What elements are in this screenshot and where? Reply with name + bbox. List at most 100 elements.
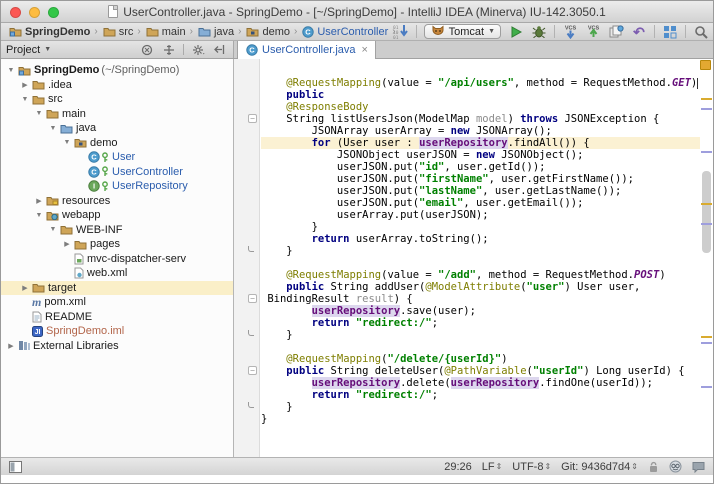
tree-item-springdemo[interactable]: ▼SpringDemo (~/SpringDemo)	[1, 63, 233, 78]
caret-position[interactable]: 29:26	[444, 461, 472, 473]
fold-collapse-icon[interactable]: −	[248, 366, 257, 375]
tree-item-userrepository[interactable]: IUserRepository	[1, 179, 233, 194]
code-line-21[interactable]: return "redirect:/";	[261, 317, 700, 329]
zoom-window-button[interactable]	[48, 7, 59, 18]
tree-item-target[interactable]: ▶target	[1, 281, 233, 296]
code-line-4[interactable]: String listUsersJson(ModelMap model) thr…	[261, 113, 700, 125]
tree-item-web-inf[interactable]: ▼WEB-INF	[1, 223, 233, 238]
run-config-selector[interactable]: Tomcat▼	[424, 24, 501, 39]
code-line-6[interactable]: for (User user : userRepository.findAll(…	[261, 137, 713, 149]
code-line-29[interactable]: }	[261, 413, 700, 425]
info-stripe-mark[interactable]	[701, 151, 712, 153]
tree-item-mvc-dispatcher-serv[interactable]: mvc-dispatcher-serv	[1, 252, 233, 267]
chevron-expanded-icon[interactable]: ▼	[19, 96, 31, 103]
code-line-5[interactable]: JSONArray userArray = new JSONArray();	[261, 125, 700, 137]
code-line-20[interactable]: userRepository.save(user);	[261, 305, 700, 317]
chevron-collapsed-icon[interactable]: ▶	[19, 284, 31, 292]
settings-icon[interactable]	[190, 42, 206, 58]
tree-item-external-libraries[interactable]: ▶External Libraries	[1, 339, 233, 354]
vcs-commit-icon[interactable]: VCS	[585, 24, 601, 40]
warnings-indicator[interactable]	[700, 60, 711, 70]
tree-item-readme[interactable]: README	[1, 310, 233, 325]
code-line-14[interactable]: return userArray.toString();	[261, 233, 700, 245]
code-line-15[interactable]: }	[261, 245, 700, 257]
vcs-update-icon[interactable]: VCS	[562, 24, 578, 40]
tree-item--idea[interactable]: ▶.idea	[1, 78, 233, 93]
tree-item-java[interactable]: ▼java	[1, 121, 233, 136]
code-line-9[interactable]: userJSON.put("firstName", user.getFirstN…	[261, 173, 700, 185]
code-line-13[interactable]: }	[261, 221, 700, 233]
git-branch-selector[interactable]: Git: 9436d7d4⇕	[561, 461, 638, 473]
code-line-2[interactable]: public	[261, 89, 700, 101]
tree-item-pom-xml[interactable]: mpom.xml	[1, 295, 233, 310]
code-line-23[interactable]	[261, 341, 700, 353]
info-stripe-mark[interactable]	[701, 223, 712, 225]
code-line-3[interactable]: @ResponseBody	[261, 101, 700, 113]
chevron-down-icon[interactable]: ▼	[44, 46, 51, 53]
breadcrumb-item-java[interactable]: java	[195, 26, 236, 38]
tree-item-src[interactable]: ▼src	[1, 92, 233, 107]
hector-inspector-icon[interactable]	[669, 460, 682, 473]
code-editor[interactable]: − − − @RequestMapping(value = "/api/users"…	[234, 59, 713, 457]
info-stripe-mark[interactable]	[701, 386, 712, 388]
tree-item-webapp[interactable]: ▼webapp	[1, 208, 233, 223]
info-stripe-mark[interactable]	[701, 342, 712, 344]
tree-item-resources[interactable]: ▶resources	[1, 194, 233, 209]
search-everywhere-icon[interactable]	[693, 24, 709, 40]
code-line-1[interactable]: @RequestMapping(value = "/api/users", me…	[261, 77, 700, 89]
project-panel-title[interactable]: Project	[6, 44, 40, 56]
notifications-icon[interactable]	[692, 461, 705, 473]
code-line-27[interactable]: return "redirect:/";	[261, 389, 700, 401]
fold-end-icon[interactable]	[248, 402, 254, 408]
chevron-collapsed-icon[interactable]: ▶	[19, 81, 31, 89]
chevron-collapsed-icon[interactable]: ▶	[5, 342, 17, 350]
fold-end-icon[interactable]	[248, 330, 254, 336]
chevron-collapsed-icon[interactable]: ▶	[33, 197, 45, 205]
tree-item-user[interactable]: CUser	[1, 150, 233, 165]
fold-collapse-icon[interactable]: −	[248, 294, 257, 303]
breadcrumb-item-usercontroller[interactable]: CUserController	[299, 26, 390, 38]
breadcrumb-item-demo[interactable]: demo	[243, 26, 292, 38]
code-line-16[interactable]	[261, 257, 700, 269]
chevron-expanded-icon[interactable]: ▼	[33, 110, 45, 117]
project-structure-icon[interactable]	[662, 24, 678, 40]
lock-icon[interactable]	[648, 461, 659, 473]
chevron-expanded-icon[interactable]: ▼	[5, 67, 17, 74]
code-line-8[interactable]: userJSON.put("id", user.getId());	[261, 161, 700, 173]
code-line-19[interactable]: BindingResult result) {	[261, 293, 700, 305]
chevron-collapsed-icon[interactable]: ▶	[61, 240, 73, 248]
scroll-from-source-icon[interactable]	[139, 42, 155, 58]
hide-panel-icon[interactable]	[212, 42, 228, 58]
code-line-10[interactable]: userJSON.put("lastName", user.getLastNam…	[261, 185, 700, 197]
code-line-17[interactable]: @RequestMapping(value = "/add", method =…	[261, 269, 700, 281]
debug-icon[interactable]	[531, 24, 547, 40]
tree-item-web-xml[interactable]: web.xml	[1, 266, 233, 281]
code-line-7[interactable]: JSONObject userJSON = new JSONObject();	[261, 149, 700, 161]
close-tab-icon[interactable]: ×	[362, 45, 368, 55]
code-line-25[interactable]: public String deleteUser(@PathVariable("…	[261, 365, 700, 377]
code-line-26[interactable]: userRepository.delete(userRepository.fin…	[261, 377, 700, 389]
tree-item-pages[interactable]: ▶pages	[1, 237, 233, 252]
tab-usercontroller-java[interactable]: C UserController.java ×	[237, 41, 376, 59]
chevron-expanded-icon[interactable]: ▼	[33, 212, 45, 219]
breadcrumb-item-main[interactable]: main	[143, 26, 188, 38]
code-line-11[interactable]: userJSON.put("email", user.getEmail());	[261, 197, 700, 209]
warning-stripe-mark[interactable]	[701, 336, 712, 338]
info-stripe-mark[interactable]	[701, 108, 712, 110]
rollback-icon[interactable]: ↶	[631, 24, 647, 40]
show-changes-icon[interactable]	[608, 24, 624, 40]
tree-item-demo[interactable]: ▼demo	[1, 136, 233, 151]
collapse-all-icon[interactable]	[161, 42, 177, 58]
minimize-window-button[interactable]	[29, 7, 40, 18]
fold-collapse-icon[interactable]: −	[248, 114, 257, 123]
code-line-18[interactable]: public String addUser(@ModelAttribute("u…	[261, 281, 700, 293]
encoding-selector[interactable]: UTF-8⇕	[512, 461, 551, 473]
warning-stripe-mark[interactable]	[701, 98, 712, 100]
tree-item-main[interactable]: ▼main	[1, 107, 233, 122]
breadcrumb-item-src[interactable]: src	[100, 26, 136, 38]
chevron-expanded-icon[interactable]: ▼	[47, 125, 59, 132]
code-line-28[interactable]: }	[261, 401, 700, 413]
fold-end-icon[interactable]	[248, 246, 254, 252]
close-window-button[interactable]	[10, 7, 21, 18]
chevron-expanded-icon[interactable]: ▼	[61, 139, 73, 146]
